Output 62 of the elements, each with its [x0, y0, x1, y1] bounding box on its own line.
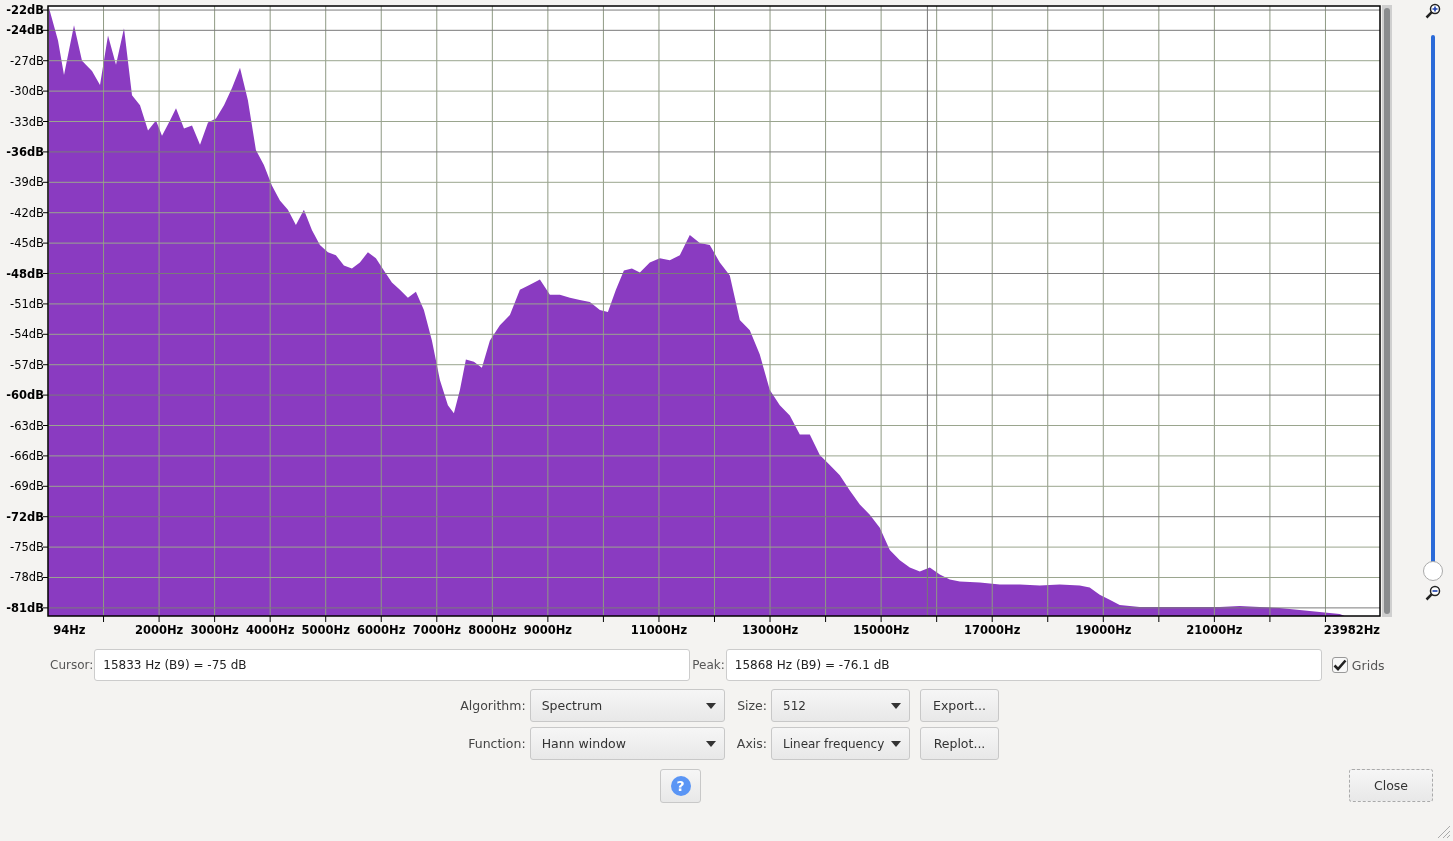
y-axis-label: -54dB — [10, 327, 44, 342]
zoom-out-icon[interactable] — [1425, 585, 1441, 601]
caret-icon — [705, 702, 716, 709]
dropdown[interactable]: Linear frequency — [771, 727, 910, 760]
y-axis-label: -45dB — [10, 236, 44, 251]
cursor-label: Cursor: — [50, 658, 94, 672]
x-axis-label: 19000Hz — [1075, 623, 1132, 637]
y-axis-label: -42dB — [10, 205, 44, 220]
caret-icon — [705, 740, 716, 747]
x-axis-label: 13000Hz — [741, 623, 799, 637]
x-axis-label: 11000Hz — [630, 623, 688, 637]
action-button[interactable]: Export... — [920, 689, 999, 722]
setting-label: Algorithm: — [460, 698, 526, 713]
x-axis-label: 17000Hz — [964, 623, 1021, 637]
y-axis-label: -63dB — [10, 418, 44, 433]
grids-checkbox[interactable]: Grids — [1331, 657, 1385, 673]
zoom-in-icon[interactable] — [1425, 3, 1441, 19]
dropdown[interactable]: Hann window — [529, 727, 725, 760]
x-axis-label: 21000Hz — [1186, 623, 1243, 637]
dropdown[interactable]: 512 — [771, 689, 910, 722]
y-axis-label: -39dB — [10, 175, 44, 190]
action-button[interactable]: Replot... — [920, 727, 999, 760]
setting-label: Function: — [468, 736, 526, 751]
x-axis-label: 7000Hz — [412, 623, 461, 637]
x-axis-label: 94Hz — [53, 623, 86, 637]
slider-thumb[interactable] — [1423, 561, 1443, 581]
y-axis-label: -51dB — [10, 296, 44, 311]
x-axis-label: 5000Hz — [301, 623, 350, 637]
y-axis-label: -57dB — [10, 357, 44, 372]
y-axis-label: -81dB — [6, 600, 44, 615]
x-axis-label: 8000Hz — [468, 623, 517, 637]
y-axis-label: -66dB — [10, 448, 44, 463]
y-axis-label: -33dB — [10, 114, 44, 129]
x-axis-label: 6000Hz — [357, 623, 406, 637]
y-axis-label: -72dB — [6, 509, 44, 524]
resize-grip-icon[interactable] — [1435, 823, 1451, 839]
x-axis-label: 23982Hz — [1323, 623, 1380, 637]
setting-label: Axis: — [736, 736, 767, 751]
peak-label: Peak: — [692, 658, 725, 672]
peak-field[interactable]: 15868 Hz (B9) = -76.1 dB — [725, 649, 1322, 681]
cursor-field[interactable]: 15833 Hz (B9) = -75 dB — [94, 649, 691, 681]
y-axis-label: -22dB — [6, 3, 44, 18]
y-axis-label: -27dB — [10, 53, 44, 68]
y-axis-label: -24dB — [6, 23, 44, 38]
setting-label: Size: — [737, 698, 767, 713]
y-axis-label: -60dB — [6, 388, 44, 403]
y-axis-label: -69dB — [10, 479, 44, 494]
x-axis-label: 3000Hz — [190, 623, 239, 637]
close-button[interactable]: Close — [1349, 769, 1433, 802]
y-axis-label: -36dB — [6, 144, 44, 159]
caret-icon — [891, 702, 901, 709]
y-axis-label: -75dB — [10, 540, 44, 555]
x-axis-label: 2000Hz — [134, 623, 184, 637]
y-axis-label: -30dB — [10, 84, 44, 99]
dropdown[interactable]: Spectrum — [529, 689, 725, 722]
y-axis-label: -78dB — [10, 570, 44, 585]
x-axis-label: 15000Hz — [852, 623, 910, 637]
x-axis-label: 9000Hz — [523, 623, 573, 637]
checkbox-icon[interactable] — [1331, 657, 1348, 673]
caret-icon — [891, 740, 901, 747]
y-axis-label: -48dB — [6, 266, 44, 281]
x-axis-label: 4000Hz — [246, 623, 295, 637]
